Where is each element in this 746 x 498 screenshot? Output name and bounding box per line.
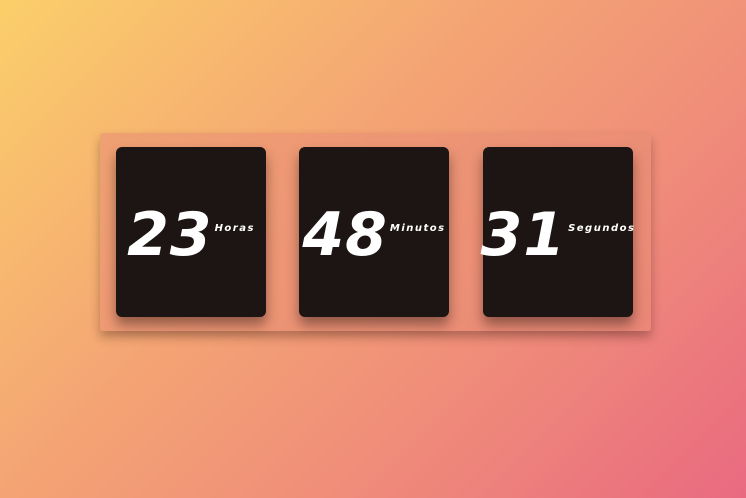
minutes-label: Minutos [389, 223, 446, 234]
seconds-value: 31 [480, 200, 567, 270]
hours-card: 23 Horas [116, 147, 266, 317]
minutes-card: 48 Minutos [299, 147, 449, 317]
hours-value: 23 [127, 200, 213, 270]
hours-label: Horas [214, 223, 255, 234]
minutes-value: 48 [302, 200, 388, 270]
seconds-card: 31 Segundos [480, 147, 636, 317]
seconds-label: Segundos [568, 223, 636, 234]
